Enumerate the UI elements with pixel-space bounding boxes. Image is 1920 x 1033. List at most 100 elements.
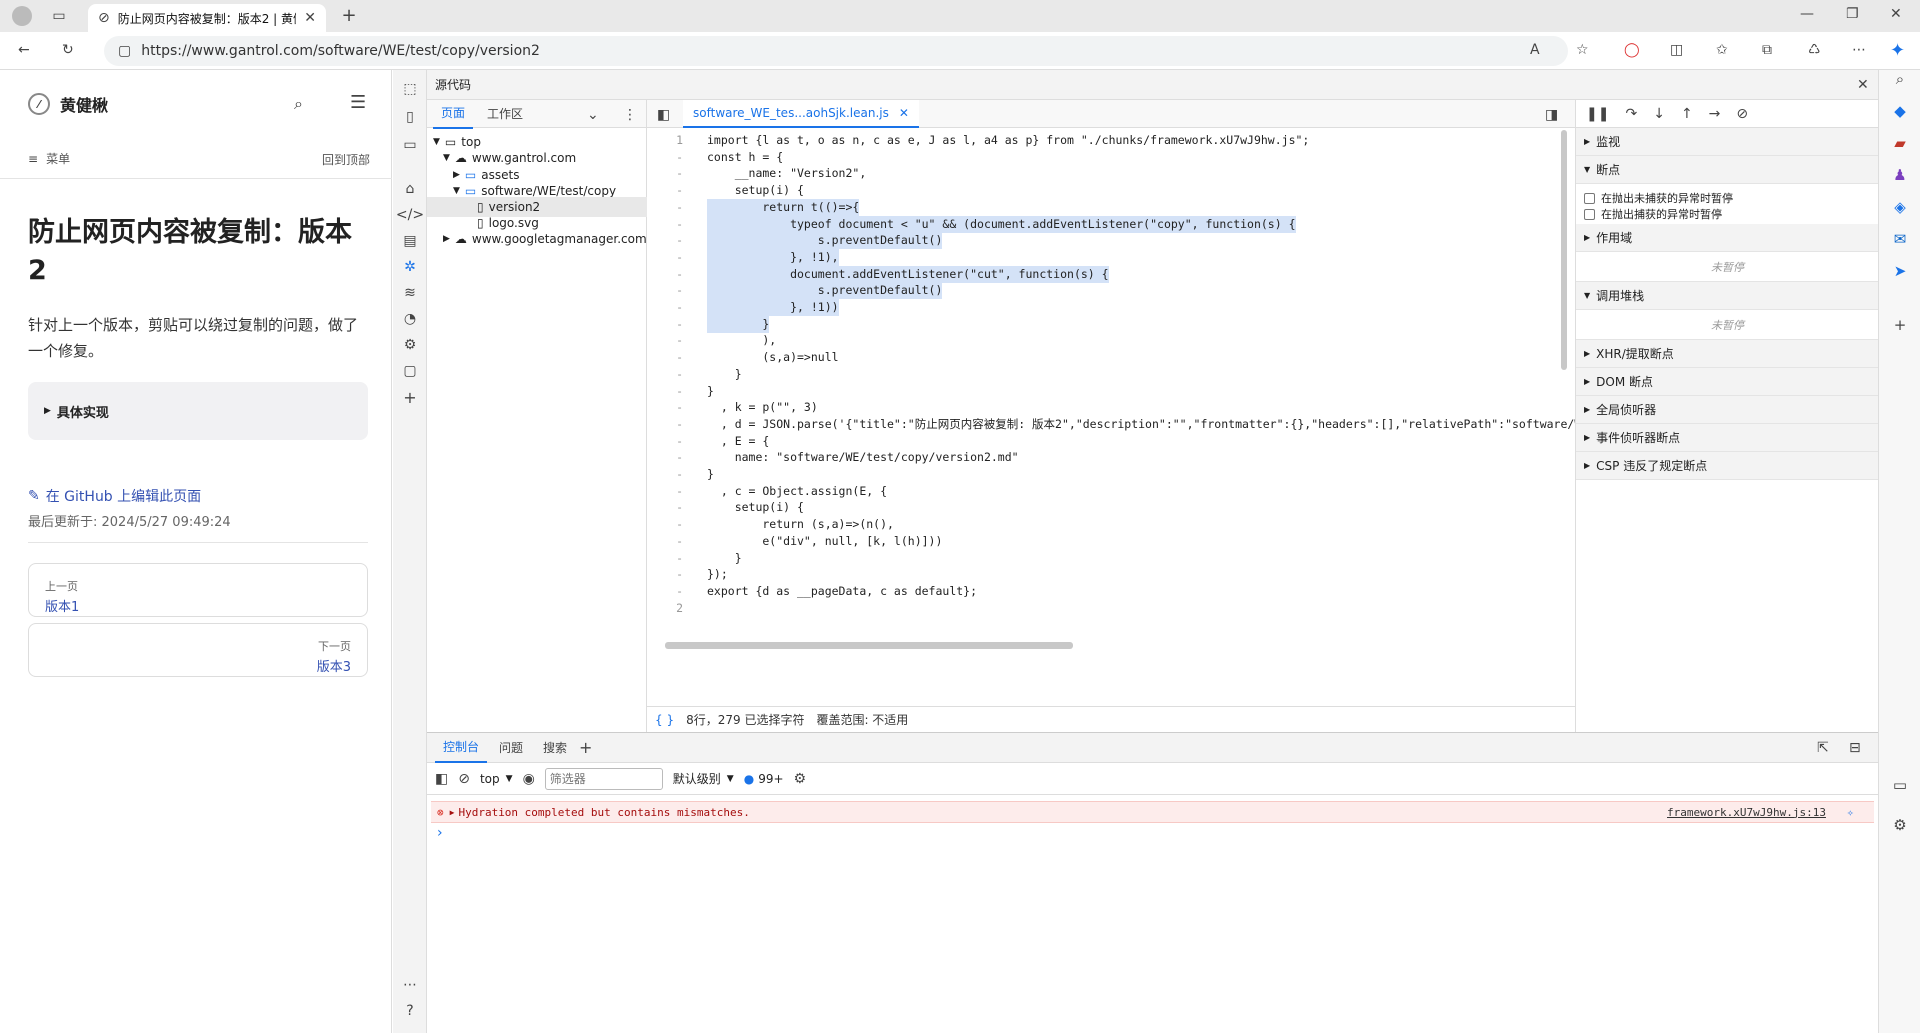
performance-icon[interactable]: ♺ [1808, 42, 1821, 58]
section-callstack[interactable]: ▼ 调用堆栈 [1576, 282, 1879, 310]
site-brand[interactable]: ⁄ 黄健楸 [28, 92, 108, 116]
collections-icon[interactable]: ⧉ [1762, 42, 1772, 58]
line-number[interactable]: - [647, 366, 683, 383]
sidebar-menu-toggle[interactable]: ≡ 菜单 [28, 150, 70, 167]
tab-workspace[interactable]: 工作区 [479, 99, 531, 128]
tab-page[interactable]: 页面 [433, 98, 474, 129]
line-number[interactable]: - [647, 232, 683, 249]
more-vertical-icon[interactable]: ⋮ [623, 107, 637, 123]
welcome-home-icon[interactable]: ⌂ [401, 180, 419, 198]
code-line[interactable]: - , d = JSON.parse('{"title":"防止网页内容被复制:… [647, 416, 1575, 433]
details-block[interactable]: ▶ 具体实现 [28, 382, 368, 440]
copilot-icon[interactable]: ✦ [1890, 40, 1905, 61]
code-line[interactable]: - ), [647, 332, 1557, 349]
tab-console[interactable]: 控制台 [435, 732, 488, 763]
code-line[interactable]: 1 import {l as t, o as n, c as e, J as l,… [647, 132, 1557, 149]
line-number[interactable]: - [647, 383, 683, 400]
filter-input[interactable] [544, 767, 663, 790]
code-line[interactable]: - , c = Object.assign(E, { [647, 483, 1557, 500]
editor-tab-file[interactable]: software_WE_tes...aohSjk.lean.js ✕ [683, 100, 919, 128]
address-bar[interactable]: ▢ https://www.gantrol.com/software/WE/te… [104, 36, 1568, 66]
application-icon[interactable]: ▢ [401, 362, 419, 380]
issues-counter[interactable]: ● 99+ [744, 772, 784, 786]
line-number[interactable]: 1 [647, 132, 683, 149]
code-line[interactable]: - (s,a)=>null [647, 349, 1557, 366]
hamburger-menu-icon[interactable]: ☰ [350, 92, 366, 113]
line-number[interactable]: - [647, 566, 683, 583]
sources-bug-icon[interactable]: ✲ [401, 258, 419, 276]
line-number[interactable]: - [647, 449, 683, 466]
line-number[interactable]: - [647, 199, 683, 216]
step-into-icon[interactable]: ↓ [1653, 106, 1665, 122]
new-tab-icon[interactable]: + [340, 5, 358, 26]
live-expression-eye-icon[interactable]: ◉ [523, 771, 535, 787]
copilot-explain-icon[interactable]: ✧ [1847, 806, 1854, 819]
toggle-navigator-icon[interactable]: ◧ [657, 107, 670, 123]
dock-icon[interactable]: ▭ [401, 136, 419, 154]
tab-actions-icon[interactable]: ▭ [50, 7, 68, 25]
line-number[interactable]: - [647, 149, 683, 166]
undock-drawer-icon[interactable]: ⇱ [1817, 740, 1829, 756]
line-number[interactable]: 2 [647, 600, 683, 617]
line-number[interactable]: - [647, 316, 683, 333]
send-icon[interactable]: ➤ [1891, 262, 1909, 280]
checkbox-pause-caught[interactable]: 在抛出捕获的异常时暂停 [1584, 206, 1722, 222]
back-to-top-link[interactable]: 回到顶部 [322, 151, 370, 168]
search-sidebar-icon[interactable]: ⌕ [1891, 70, 1909, 88]
section-xhr-breakpoints[interactable]: ▶ XHR/提取断点 [1576, 340, 1879, 368]
back-icon[interactable]: ← [18, 42, 30, 58]
context-selector[interactable]: top ▼ [480, 772, 513, 786]
code-line[interactable]: - __name: "Version2", [647, 165, 1557, 182]
code-line[interactable]: - document.addEventListener("cut", funct… [647, 265, 1557, 283]
close-icon[interactable]: ✕ [899, 106, 909, 120]
section-scope[interactable]: ▶ 作用域 [1576, 224, 1879, 252]
minimize-icon[interactable]: — [1800, 6, 1814, 22]
pause-icon[interactable]: ❚❚ [1586, 106, 1609, 122]
favorite-star-icon[interactable]: ☆ [1576, 42, 1589, 58]
line-number[interactable]: - [647, 433, 683, 450]
settings-gear-icon[interactable]: ⚙ [401, 336, 419, 354]
shopping-tag-icon[interactable]: ◆ [1891, 102, 1909, 120]
code-line[interactable]: - name: "software/WE/test/copy/version2.… [647, 449, 1557, 466]
code-line[interactable]: - setup(i) { [647, 499, 1557, 516]
tab-search[interactable]: 搜索 [535, 733, 575, 762]
refresh-icon[interactable]: ↻ [62, 42, 74, 58]
code-line[interactable]: - export {d as __pageData, c as default}; [647, 583, 1557, 600]
console-prompt[interactable]: › [437, 825, 443, 841]
window-close-icon[interactable]: ✕ [1890, 6, 1902, 22]
line-number[interactable]: - [647, 550, 683, 567]
line-number[interactable]: - [647, 299, 683, 316]
line-number[interactable]: - [647, 165, 683, 182]
line-number[interactable]: - [647, 483, 683, 500]
more-ellipsis-icon[interactable]: ⋯ [401, 976, 419, 994]
log-level-dropdown[interactable]: 默认级别 ▼ [673, 770, 734, 787]
code-line[interactable]: - s.preventDefault() [647, 232, 1557, 250]
toggle-debugger-icon[interactable]: ◨ [1545, 107, 1558, 123]
step-out-icon[interactable]: ↑ [1681, 106, 1693, 122]
pretty-print-braces[interactable]: { } [655, 713, 674, 727]
sidebar-settings-gear-icon[interactable]: ⚙ [1891, 816, 1909, 834]
code-line[interactable]: -} [647, 383, 1557, 400]
network-wifi-icon[interactable]: ≋ [401, 284, 419, 302]
step-over-icon[interactable]: ↷ [1625, 106, 1637, 122]
line-number[interactable]: - [647, 399, 683, 416]
line-number[interactable]: - [647, 216, 683, 233]
console-error-message[interactable]: ⊗ ▶ Hydration completed but contains mis… [431, 801, 1874, 823]
code-line[interactable]: - , k = p("", 3) [647, 399, 1557, 416]
code-line[interactable]: - s.preventDefault() [647, 282, 1557, 300]
console-settings-gear-icon[interactable]: ⚙ [794, 771, 807, 787]
horizontal-scrollbar[interactable] [665, 642, 1073, 649]
error-source-link[interactable]: framework.xU7wJ9hw.js:13 [1667, 806, 1826, 819]
favorites-icon[interactable]: ✩ [1716, 42, 1728, 58]
code-line[interactable]: - }, !1), [647, 248, 1557, 266]
add-sidebar-plus-icon[interactable]: + [1891, 316, 1909, 334]
line-number[interactable]: - [647, 499, 683, 516]
device-toolbar-icon[interactable]: ▯ [401, 108, 419, 126]
more-tools-plus-icon[interactable]: + [401, 388, 419, 407]
step-icon[interactable]: → [1709, 106, 1721, 122]
section-global-listeners[interactable]: ▶ 全局侦听器 [1576, 396, 1879, 424]
vertical-scrollbar[interactable] [1561, 130, 1567, 370]
section-csp-breakpoints[interactable]: ▶ CSP 违反了规定断点 [1576, 452, 1879, 480]
code-line[interactable]: - } [647, 315, 1557, 333]
line-number[interactable]: - [647, 533, 683, 550]
